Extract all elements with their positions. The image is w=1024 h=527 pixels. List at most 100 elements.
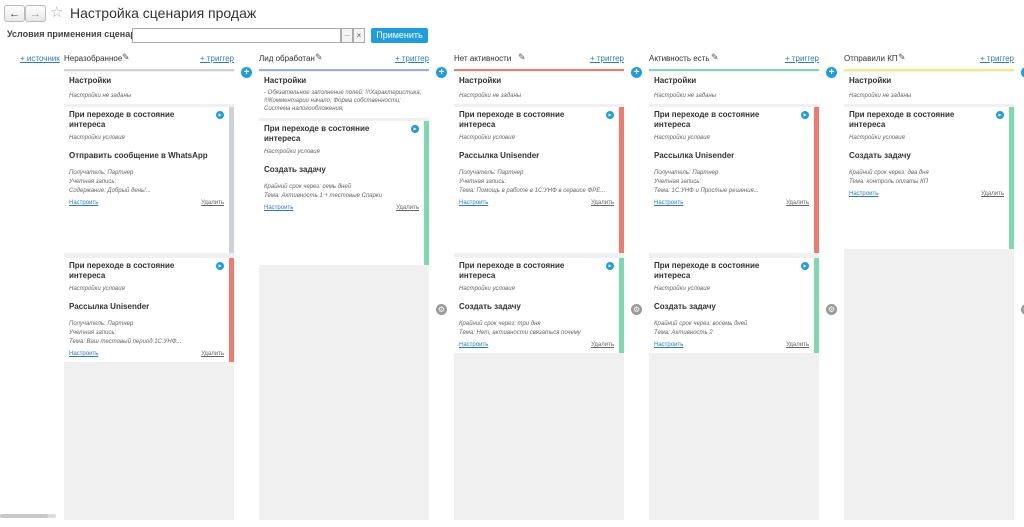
- edit-pencil-icon[interactable]: ✎: [315, 52, 323, 63]
- delete-link[interactable]: Удалить: [396, 205, 419, 211]
- add-stage-button[interactable]: +: [241, 67, 252, 78]
- delete-link[interactable]: Удалить: [786, 200, 809, 206]
- delete-link[interactable]: Удалить: [981, 191, 1004, 197]
- favorite-star-icon[interactable]: ☆: [50, 3, 63, 21]
- trigger-card: При переходе в состояние интереса ▶ Настро…: [64, 258, 234, 362]
- scrollbar-thumb[interactable]: [0, 514, 48, 518]
- trigger-conditions: Настройки условия: [459, 135, 515, 141]
- edit-pencil-icon[interactable]: ✎: [122, 52, 130, 63]
- configure-link[interactable]: Настроить: [264, 205, 293, 211]
- trigger-card: При переходе в состояние интереса ▶ Настро…: [649, 258, 819, 353]
- stage-column: Нет активности ✎ + триггер Настройки Настрой…: [454, 50, 624, 520]
- stage-column: Неразобранное ✎ + триггер Настройки Настройк…: [64, 50, 234, 520]
- delete-link[interactable]: Удалить: [201, 351, 224, 357]
- action-title: Создать задачу: [654, 302, 716, 311]
- action-title: Создать задачу: [849, 151, 911, 160]
- configure-link[interactable]: Настроить: [654, 200, 683, 206]
- trigger-title: При переходе в состояние интереса: [69, 110, 175, 129]
- trigger-conditions: Настройки условия: [849, 135, 905, 141]
- apply-button[interactable]: Применить: [371, 28, 428, 43]
- column-header: Активность есть ✎ + триггер: [649, 50, 819, 72]
- conditions-input[interactable]: [132, 28, 341, 43]
- delete-link[interactable]: Удалить: [201, 200, 224, 206]
- trigger-title: При переходе в состояние интереса: [459, 110, 565, 129]
- settings-summary: - Обязательное заполнение полей: !!!Хара…: [264, 90, 422, 112]
- run-trigger-icon[interactable]: ▶: [411, 125, 419, 133]
- configure-link[interactable]: Настроить: [459, 342, 488, 348]
- run-trigger-icon[interactable]: ▶: [996, 111, 1004, 119]
- run-trigger-icon[interactable]: ▶: [606, 262, 614, 270]
- trigger-conditions: Настройки условия: [69, 286, 125, 292]
- trigger-conditions: Настройки условия: [264, 149, 320, 155]
- trigger-title: При переходе в состояние интереса: [849, 110, 955, 129]
- run-trigger-icon[interactable]: ▶: [801, 262, 809, 270]
- column-header: Отправили КП ✎ + триггер: [844, 50, 1014, 72]
- run-trigger-icon[interactable]: ▶: [801, 111, 809, 119]
- column-settings[interactable]: Настройки Настройки не заданы: [454, 72, 624, 104]
- edit-pencil-icon[interactable]: ✎: [898, 52, 906, 63]
- column-header: Нет активности ✎ + триггер: [454, 50, 624, 72]
- forward-button[interactable]: →: [25, 5, 46, 22]
- column-title: Нет активности: [454, 54, 512, 63]
- configure-link[interactable]: Настроить: [69, 200, 98, 206]
- delete-link[interactable]: Удалить: [786, 342, 809, 348]
- select-conditions-button[interactable]: ...: [341, 28, 353, 43]
- add-trigger-link[interactable]: + триггер: [980, 54, 1014, 63]
- action-detail: Крайний срок через: два дня: [849, 170, 929, 176]
- action-detail: Содержание: Добрый день!...: [69, 188, 151, 194]
- configure-link[interactable]: Настроить: [459, 200, 488, 206]
- settings-summary: Настройки не заданы: [69, 93, 132, 99]
- settings-title: Настройки: [264, 76, 307, 85]
- column-settings[interactable]: Настройки - Обязательное заполнение полей…: [259, 72, 429, 118]
- delete-link[interactable]: Удалить: [591, 200, 614, 206]
- stage-transition-gear-icon[interactable]: ⚙: [826, 304, 837, 315]
- conditions-label: Условия применения сценария:: [7, 29, 150, 39]
- column-settings[interactable]: Настройки Настройки не заданы: [844, 72, 1014, 104]
- horizontal-scrollbar[interactable]: [0, 514, 56, 518]
- column-settings[interactable]: Настройки Настройки не заданы: [64, 72, 234, 104]
- edit-pencil-icon[interactable]: ✎: [711, 52, 719, 63]
- configure-link[interactable]: Настроить: [654, 342, 683, 348]
- stage-transition-gear-icon[interactable]: ⚙: [436, 304, 447, 315]
- run-trigger-icon[interactable]: ▶: [216, 111, 224, 119]
- trigger-title: При переходе в состояние интереса: [459, 261, 565, 280]
- action-detail: Тема: Активность 1 + тестовые Спарки: [264, 193, 383, 199]
- action-detail: Тема: Активность 2: [654, 330, 713, 336]
- action-detail: Учетная запись:: [654, 179, 702, 185]
- card-color-stripe: [424, 121, 429, 265]
- add-stage-button[interactable]: +: [631, 67, 642, 78]
- run-trigger-icon[interactable]: ▶: [606, 111, 614, 119]
- add-trigger-link[interactable]: + триггер: [200, 54, 234, 63]
- add-source-link[interactable]: + источник: [20, 54, 60, 63]
- trigger-title: При переходе в состояние интереса: [264, 124, 370, 143]
- stage-transition-gear-icon[interactable]: ⚙: [631, 304, 642, 315]
- add-trigger-link[interactable]: + триггер: [590, 54, 624, 63]
- edit-pencil-icon[interactable]: ✎: [518, 52, 526, 63]
- back-button[interactable]: ←: [4, 5, 25, 22]
- add-trigger-link[interactable]: + триггер: [395, 54, 429, 63]
- action-detail: Крайний срок через: восемь дней: [654, 321, 748, 327]
- clear-conditions-button[interactable]: ×: [353, 28, 365, 43]
- add-trigger-link[interactable]: + триггер: [785, 54, 819, 63]
- trigger-card: При переходе в состояние интереса ▶ Настро…: [649, 107, 819, 253]
- add-stage-button[interactable]: +: [826, 67, 837, 78]
- settings-summary: Настройки не заданы: [654, 93, 717, 99]
- delete-link[interactable]: Удалить: [591, 342, 614, 348]
- action-title: Создать задачу: [264, 165, 326, 174]
- settings-title: Настройки: [69, 76, 112, 85]
- trigger-conditions: Настройки условия: [654, 135, 710, 141]
- configure-link[interactable]: Настроить: [69, 351, 98, 357]
- configure-link[interactable]: Настроить: [849, 191, 878, 197]
- action-detail: Получатель: Партнер: [69, 170, 134, 176]
- action-detail: Тема: Ваш тестовый период 1С:УНФ...: [69, 339, 182, 345]
- action-detail: Получатель: Партнер: [654, 170, 719, 176]
- page-title: Настройка сценария продаж: [70, 5, 257, 21]
- action-detail: Получатель: Партнер: [69, 321, 134, 327]
- column-title: Активность есть: [649, 54, 710, 63]
- column-settings[interactable]: Настройки Настройки не заданы: [649, 72, 819, 104]
- action-detail: Учетная запись:: [69, 179, 117, 185]
- stage-column: Лид обработан ✎ + триггер Настройки - Обязат…: [259, 50, 429, 520]
- add-stage-button[interactable]: +: [436, 67, 447, 78]
- action-title: Создать задачу: [459, 302, 521, 311]
- run-trigger-icon[interactable]: ▶: [216, 262, 224, 270]
